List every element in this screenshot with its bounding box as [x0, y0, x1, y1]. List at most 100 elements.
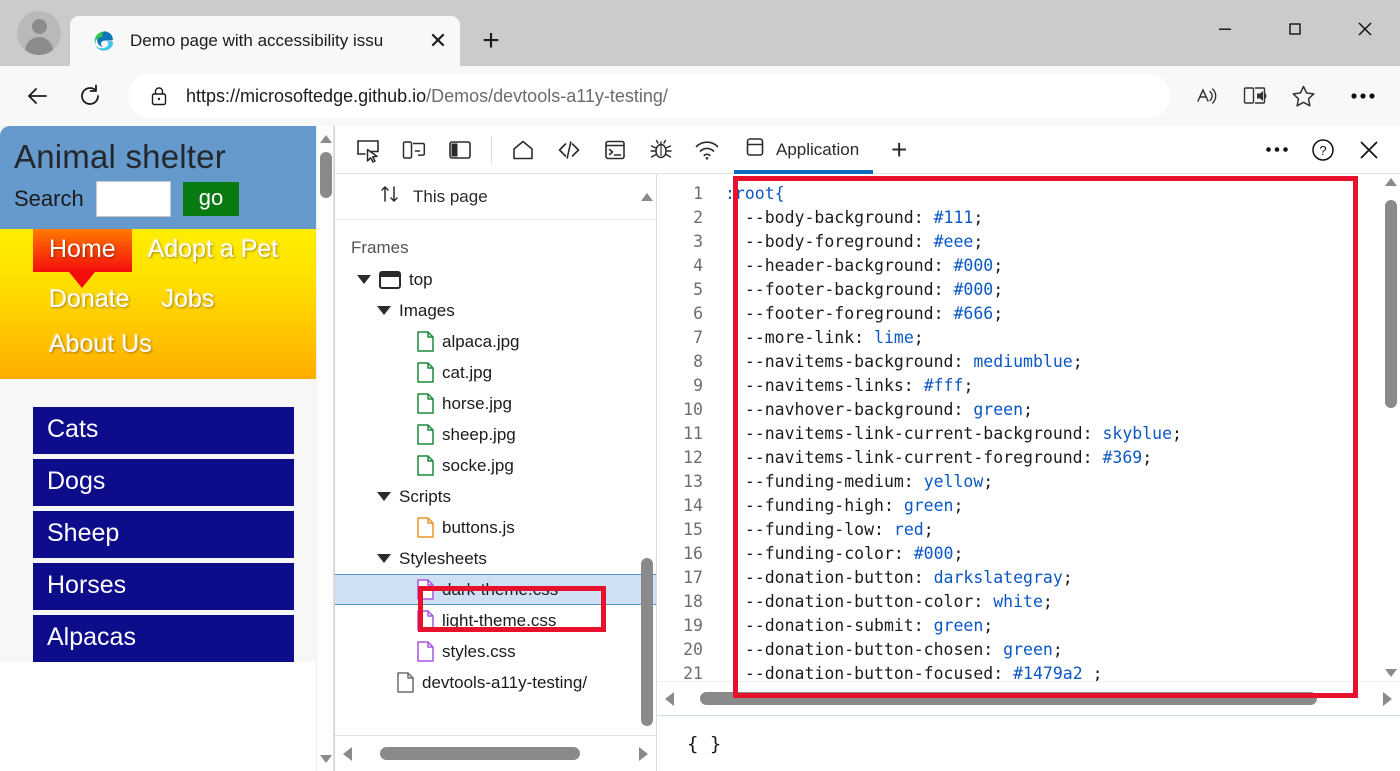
tree-item-label: Stylesheets: [399, 548, 487, 568]
frames-vertical-scrollbar[interactable]: [640, 220, 654, 735]
animal-item-dogs[interactable]: Dogs: [33, 459, 294, 507]
scroll-left-icon[interactable]: [343, 746, 352, 761]
chevron-down-icon[interactable]: [377, 554, 391, 563]
chevron-down-icon[interactable]: [377, 306, 391, 315]
line-number: 7: [693, 328, 703, 347]
address-bar[interactable]: https://microsoftedge.github.io/Demos/de…: [128, 74, 1170, 118]
tree-row-devtools-a11y-testing[interactable]: devtools-a11y-testing/: [335, 667, 656, 698]
chevron-down-icon[interactable]: [377, 492, 391, 501]
immersive-reader-icon[interactable]: [1232, 74, 1278, 118]
scroll-right-icon[interactable]: [1383, 691, 1392, 706]
animal-item-alpacas[interactable]: Alpacas: [33, 615, 294, 663]
devtools-more-icon[interactable]: [1254, 130, 1300, 170]
site-header: Animal shelter Search go: [0, 126, 316, 230]
site-title: Animal shelter: [14, 138, 226, 175]
sort-arrows-icon[interactable]: [379, 183, 401, 210]
help-icon[interactable]: ?: [1300, 130, 1346, 170]
tree-row-sheep-jpg[interactable]: sheep.jpg: [335, 419, 656, 450]
pretty-print-button[interactable]: { }: [687, 733, 721, 755]
code-line: --donation-button-color: white;: [725, 592, 1053, 611]
tree-row-scripts[interactable]: Scripts: [335, 481, 656, 512]
scrollbar-thumb[interactable]: [380, 747, 580, 760]
scroll-down-icon[interactable]: [1385, 669, 1397, 677]
devtools-close-icon[interactable]: [1346, 130, 1392, 170]
tree-row-images[interactable]: Images: [335, 295, 656, 326]
scroll-right-icon[interactable]: [639, 746, 648, 761]
tree-row-cat-jpg[interactable]: cat.jpg: [335, 357, 656, 388]
frames-panel-title: This page: [413, 186, 488, 206]
settings-more-icon[interactable]: [1340, 74, 1386, 118]
tree-row-dark-theme-css[interactable]: dark-theme.css: [335, 574, 656, 605]
minimize-button[interactable]: [1190, 0, 1260, 58]
close-window-button[interactable]: [1330, 0, 1400, 58]
scroll-up-icon[interactable]: [1385, 178, 1397, 186]
code-content[interactable]: :root{ --body-background: #111; --body-f…: [713, 174, 1382, 681]
page-vertical-scrollbar[interactable]: [316, 126, 333, 771]
scrollbar-track[interactable]: [680, 692, 1377, 705]
scrollbar-thumb[interactable]: [641, 558, 653, 726]
favorites-icon[interactable]: [1280, 74, 1326, 118]
read-aloud-icon[interactable]: [1184, 74, 1230, 118]
browser-tab[interactable]: Demo page with accessibility issu ✕: [70, 16, 460, 66]
animal-item-horses[interactable]: Horses: [33, 563, 294, 611]
tree-row-socke-jpg[interactable]: socke.jpg: [335, 450, 656, 481]
frames-tree: Frames top Images alpaca.jpg cat.jpg hor…: [335, 220, 656, 735]
nav-item-adopt-a-pet[interactable]: Adopt a Pet: [132, 229, 295, 272]
line-number: 12: [683, 448, 703, 467]
code-vertical-scrollbar[interactable]: [1382, 174, 1400, 681]
url-origin: https://: [186, 85, 241, 106]
tab-close-icon[interactable]: ✕: [422, 25, 454, 57]
new-tab-button[interactable]: +: [470, 20, 512, 62]
scroll-down-icon[interactable]: [317, 750, 333, 767]
animal-item-sheep[interactable]: Sheep: [33, 511, 294, 559]
chevron-down-icon[interactable]: [357, 275, 371, 284]
tree-row-stylesheets[interactable]: Stylesheets: [335, 543, 656, 574]
tree-row-horse-jpg[interactable]: horse.jpg: [335, 388, 656, 419]
code-line: --donation-submit: green;: [725, 616, 994, 635]
tree-row-alpaca-jpg[interactable]: alpaca.jpg: [335, 326, 656, 357]
line-number: 21: [683, 664, 703, 681]
scroll-up-icon[interactable]: [317, 130, 333, 147]
maximize-button[interactable]: [1260, 0, 1330, 58]
tree-row-top[interactable]: top: [335, 264, 656, 295]
line-number: 4: [693, 256, 703, 275]
frames-scroll-up-icon[interactable]: [638, 174, 656, 220]
tree-row-light-theme-css[interactable]: light-theme.css: [335, 605, 656, 636]
back-button[interactable]: [14, 72, 62, 120]
tab-application[interactable]: Application: [730, 126, 877, 174]
dock-side-icon[interactable]: [437, 130, 483, 170]
debugger-icon[interactable]: [638, 130, 684, 170]
code-horizontal-scrollbar[interactable]: [657, 681, 1400, 715]
tree-row-buttons-js[interactable]: buttons.js: [335, 512, 656, 543]
scroll-left-icon[interactable]: [665, 691, 674, 706]
code-line: --navitems-background: mediumblue;: [725, 352, 1083, 371]
nav-item-about-us[interactable]: About Us: [33, 324, 168, 367]
inspect-element-icon[interactable]: [345, 130, 391, 170]
elements-icon[interactable]: [546, 130, 592, 170]
code-line: :root{: [725, 184, 785, 203]
tree-row-styles-css[interactable]: styles.css: [335, 636, 656, 667]
page-content: Animal shelter Search go Home Adopt a Pe…: [0, 126, 316, 771]
nav-item-home[interactable]: Home: [33, 229, 132, 273]
network-icon[interactable]: [684, 130, 730, 170]
search-go-button[interactable]: go: [182, 182, 240, 217]
reload-button[interactable]: [66, 72, 114, 120]
device-emulation-icon[interactable]: [391, 130, 437, 170]
tree-item-label: alpaca.jpg: [442, 331, 520, 351]
search-input[interactable]: [95, 181, 171, 218]
site-nav: Home Adopt a Pet Donate Jobs About Us: [0, 229, 316, 380]
tree-item-label: styles.css: [442, 641, 516, 661]
tab-title: Demo page with accessibility issu: [130, 31, 384, 50]
code-line: --navitems-links: #fff;: [725, 376, 974, 395]
home-icon[interactable]: [500, 130, 546, 170]
scrollbar-track[interactable]: [358, 747, 633, 760]
scrollbar-thumb[interactable]: [700, 692, 1317, 705]
nav-item-jobs[interactable]: Jobs: [146, 279, 231, 322]
frames-horizontal-scrollbar[interactable]: [335, 735, 656, 771]
profile-button[interactable]: [14, 8, 64, 58]
animal-item-cats[interactable]: Cats: [33, 407, 294, 455]
console-icon[interactable]: [592, 130, 638, 170]
scrollbar-thumb[interactable]: [320, 152, 332, 198]
scrollbar-thumb[interactable]: [1385, 200, 1397, 408]
add-panel-button[interactable]: +: [877, 128, 921, 172]
